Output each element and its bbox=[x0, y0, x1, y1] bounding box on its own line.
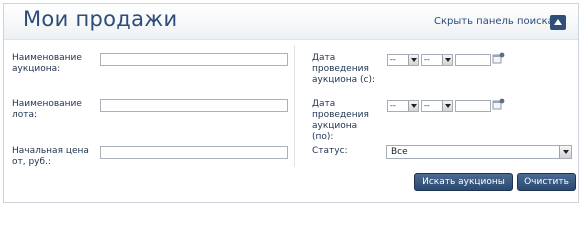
date-from-day-value: -- bbox=[390, 55, 396, 64]
panel-header: Мои продажи Скрыть панель поиска bbox=[4, 4, 578, 40]
date-to-year-input[interactable] bbox=[455, 100, 491, 112]
date-from-label: Дата проведения аукциона (с): bbox=[312, 53, 376, 85]
date-from-month-value: -- bbox=[424, 55, 430, 64]
lot-name-input[interactable] bbox=[100, 99, 288, 112]
clear-button[interactable]: Очистить bbox=[517, 173, 576, 191]
chevron-down-icon[interactable] bbox=[442, 101, 452, 111]
start-price-label: Начальная цена от, руб.: bbox=[12, 146, 89, 167]
hide-search-panel-link[interactable]: Скрыть панель поиска bbox=[434, 16, 554, 27]
column-divider bbox=[294, 45, 295, 167]
date-to-day-value: -- bbox=[390, 101, 396, 110]
chevron-down-icon[interactable] bbox=[442, 55, 452, 65]
page-title: Мои продажи bbox=[23, 7, 178, 31]
chevron-down-icon[interactable] bbox=[559, 146, 571, 158]
search-auctions-button[interactable]: Искать аукционы bbox=[414, 173, 513, 191]
calendar-icon[interactable] bbox=[492, 98, 505, 110]
chevron-down-icon[interactable] bbox=[408, 101, 418, 111]
date-to-month-select[interactable]: -- bbox=[421, 100, 453, 112]
calendar-icon[interactable] bbox=[492, 52, 505, 64]
date-to-day-select[interactable]: -- bbox=[387, 100, 419, 112]
lot-name-label: Наименование лота: bbox=[12, 99, 82, 120]
status-value: Все bbox=[391, 147, 408, 157]
date-to-month-value: -- bbox=[424, 101, 430, 110]
date-from-month-select[interactable]: -- bbox=[421, 54, 453, 66]
date-to-label: Дата проведения аукциона (по): bbox=[312, 99, 369, 142]
start-price-input[interactable] bbox=[100, 146, 288, 159]
chevron-down-icon[interactable] bbox=[408, 55, 418, 65]
date-from-day-select[interactable]: -- bbox=[387, 54, 419, 66]
status-label: Статус: bbox=[312, 146, 348, 156]
status-select[interactable]: Все bbox=[386, 145, 572, 159]
auction-name-label: Наименование аукциона: bbox=[12, 53, 82, 74]
auction-name-input[interactable] bbox=[100, 53, 288, 66]
triangle-up-icon[interactable] bbox=[550, 15, 566, 30]
date-from-year-input[interactable] bbox=[455, 54, 491, 66]
